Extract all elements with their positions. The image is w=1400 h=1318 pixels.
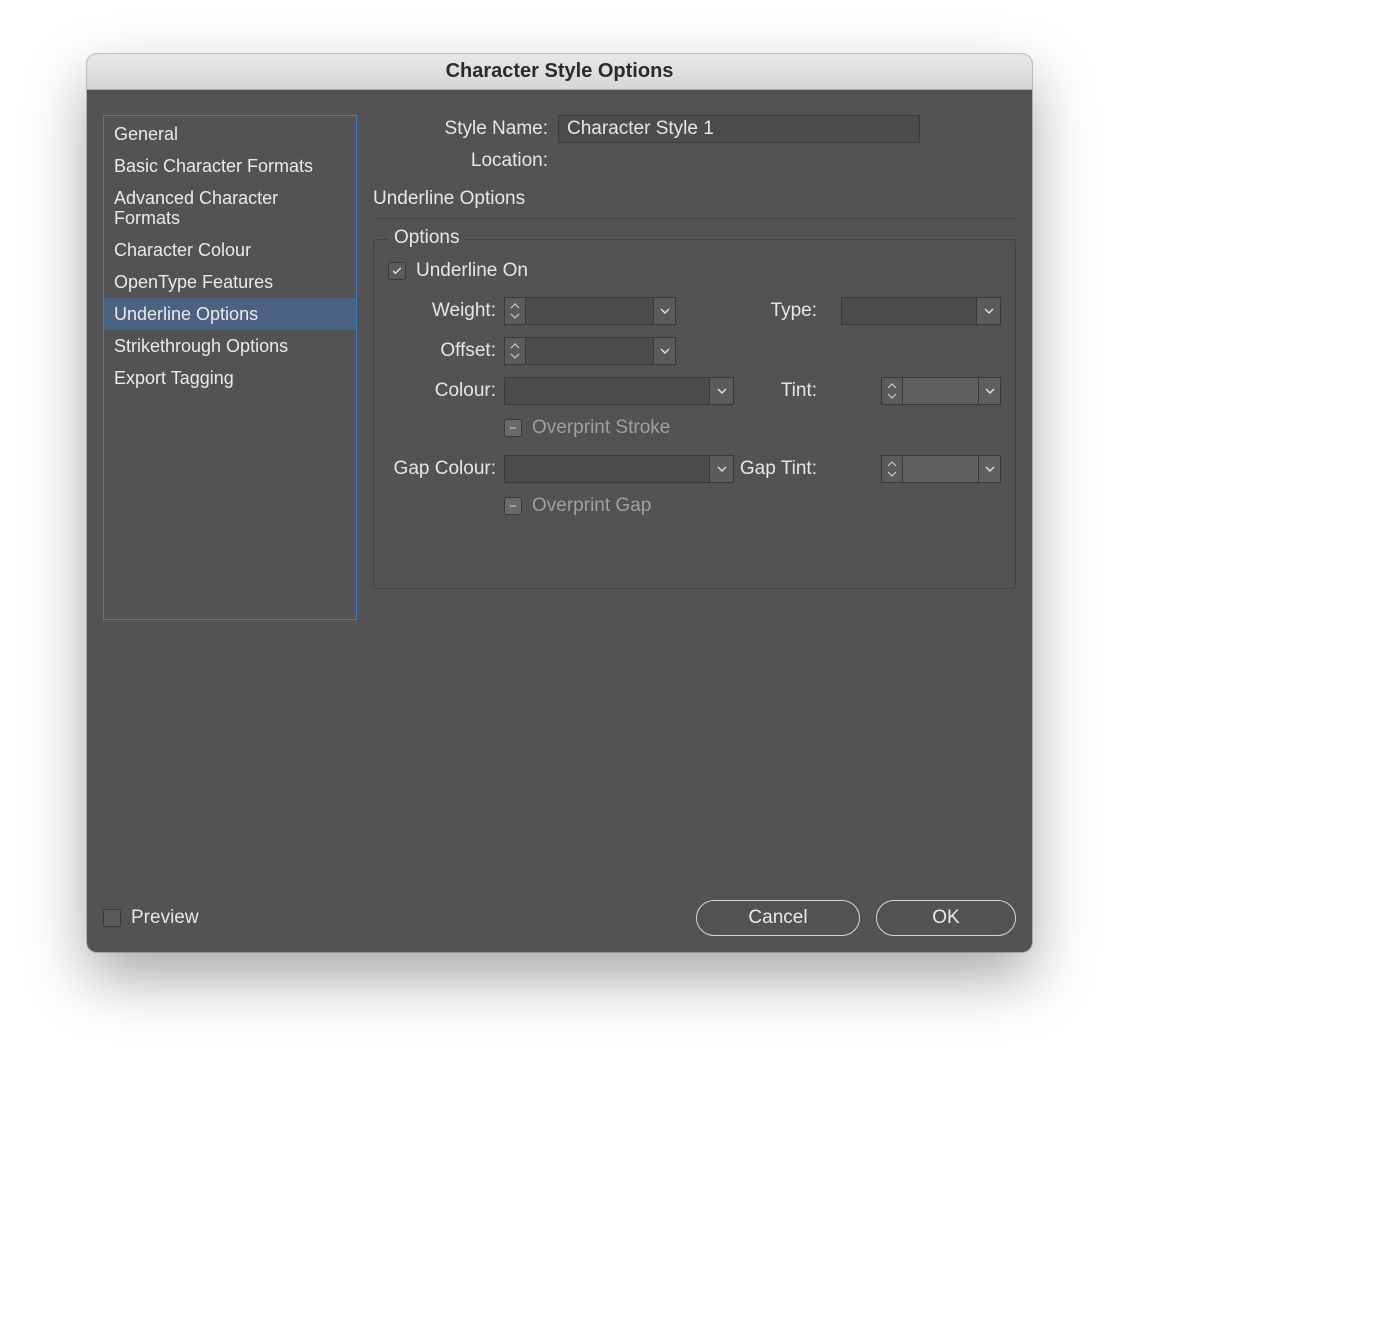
overprint-gap-label: Overprint Gap: [532, 495, 651, 517]
character-style-options-dialog: Character Style Options General Basic Ch…: [87, 54, 1032, 952]
sidebar-item-general[interactable]: General: [104, 118, 356, 150]
colour-field[interactable]: [504, 377, 710, 405]
gap-tint-field[interactable]: [903, 455, 979, 483]
offset-field[interactable]: [526, 337, 654, 365]
row-offset: Offset:: [388, 336, 1001, 366]
overprint-stroke-checkbox[interactable]: Overprint Stroke: [504, 417, 1001, 439]
dialog-footer: Preview Cancel OK: [103, 900, 1016, 936]
row-weight-type: Weight: Type:: [388, 296, 1001, 326]
offset-stepper[interactable]: [504, 337, 676, 365]
overprint-gap-checkbox[interactable]: Overprint Gap: [504, 495, 1001, 517]
chevron-down-icon[interactable]: [654, 297, 676, 325]
sidebar-item-underline-options[interactable]: Underline Options: [104, 298, 356, 330]
sidebar-item-basic-formats[interactable]: Basic Character Formats: [104, 150, 356, 182]
dash-icon: [504, 497, 522, 515]
options-fieldset: Options Underline On Weight:: [373, 239, 1016, 589]
colour-label: Colour:: [388, 380, 496, 402]
type-label: Type:: [684, 300, 823, 322]
offset-label: Offset:: [388, 340, 496, 362]
section-title-underline-options: Underline Options: [373, 188, 1016, 210]
style-name-label: Style Name:: [373, 118, 558, 140]
check-icon: [388, 262, 406, 280]
preview-label: Preview: [131, 907, 199, 929]
location-label: Location:: [373, 150, 558, 172]
stepper-updown-icon[interactable]: [881, 377, 903, 405]
sidebar-panel-list[interactable]: General Basic Character Formats Advanced…: [103, 115, 357, 620]
row-colour-tint: Colour: Tint:: [388, 376, 1001, 406]
style-name-row: Style Name:: [373, 115, 1016, 143]
weight-stepper[interactable]: [504, 297, 676, 325]
underline-on-label: Underline On: [416, 260, 528, 282]
tint-field[interactable]: [903, 377, 979, 405]
type-dropdown[interactable]: [841, 297, 1001, 325]
tint-label: Tint:: [684, 380, 823, 402]
row-gap-colour-tint: Gap Colour: Gap Tint:: [388, 454, 1001, 484]
ok-button[interactable]: OK: [876, 900, 1016, 936]
dialog-title: Character Style Options: [446, 60, 674, 83]
preview-checkbox[interactable]: Preview: [103, 907, 199, 929]
gap-tint-label: Gap Tint:: [684, 458, 823, 480]
gap-colour-field[interactable]: [504, 455, 710, 483]
sidebar-item-export-tagging[interactable]: Export Tagging: [104, 362, 356, 394]
dialog-body: General Basic Character Formats Advanced…: [87, 90, 1032, 952]
sidebar-item-advanced-formats[interactable]: Advanced Character Formats: [104, 182, 356, 234]
tint-stepper[interactable]: [881, 377, 1001, 405]
underline-on-checkbox[interactable]: Underline On: [388, 260, 1001, 282]
style-name-input[interactable]: [558, 115, 920, 143]
right-pane: Style Name: Location: Underline Options …: [373, 115, 1016, 589]
stepper-updown-icon[interactable]: [504, 297, 526, 325]
overprint-stroke-label: Overprint Stroke: [532, 417, 670, 439]
checkbox-empty-icon: [103, 909, 121, 927]
row-overprint-gap: Overprint Gap: [388, 494, 1001, 518]
chevron-down-icon[interactable]: [654, 337, 676, 365]
chevron-down-icon[interactable]: [977, 297, 1001, 325]
stepper-updown-icon[interactable]: [881, 455, 903, 483]
cancel-button[interactable]: Cancel: [696, 900, 860, 936]
sidebar-item-opentype[interactable]: OpenType Features: [104, 266, 356, 298]
stepper-updown-icon[interactable]: [504, 337, 526, 365]
row-overprint-stroke: Overprint Stroke: [388, 416, 1001, 440]
type-field[interactable]: [841, 297, 977, 325]
weight-field[interactable]: [526, 297, 654, 325]
location-row: Location:: [373, 150, 1016, 172]
gap-colour-label: Gap Colour:: [388, 458, 496, 480]
chevron-down-icon[interactable]: [979, 377, 1001, 405]
dash-icon: [504, 419, 522, 437]
dialog-titlebar: Character Style Options: [87, 54, 1032, 90]
gap-tint-stepper[interactable]: [881, 455, 1001, 483]
sidebar-item-character-colour[interactable]: Character Colour: [104, 234, 356, 266]
section-divider: [373, 218, 1016, 219]
weight-label: Weight:: [388, 300, 496, 322]
options-legend: Options: [388, 227, 465, 249]
chevron-down-icon[interactable]: [979, 455, 1001, 483]
sidebar-item-strikethrough[interactable]: Strikethrough Options: [104, 330, 356, 362]
footer-buttons: Cancel OK: [696, 900, 1016, 936]
